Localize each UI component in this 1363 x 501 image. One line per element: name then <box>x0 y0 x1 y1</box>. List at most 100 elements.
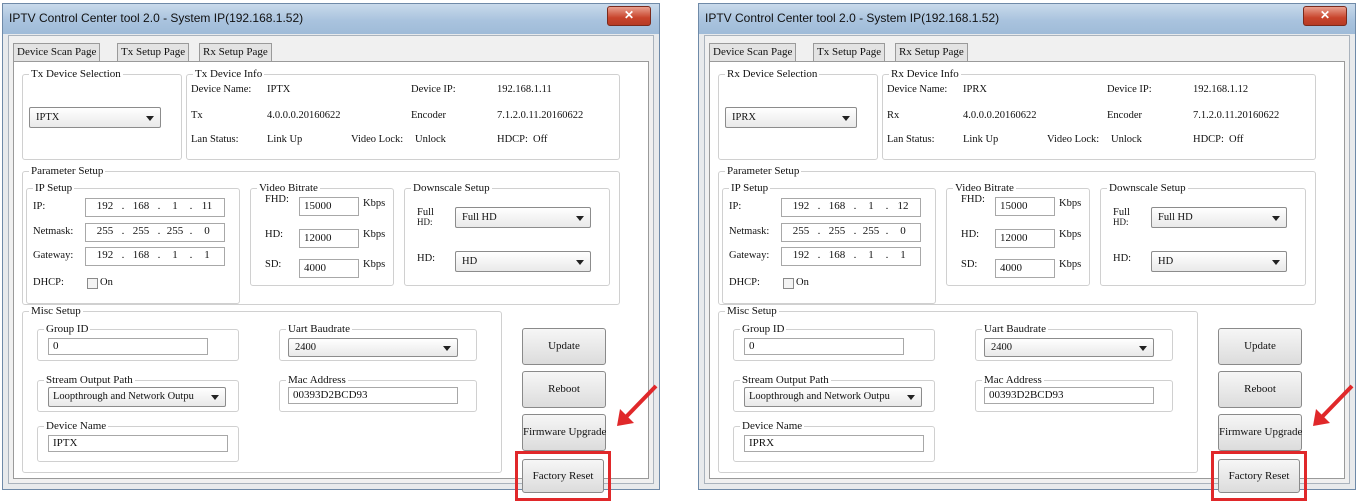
gateway-field[interactable]: 192. 168. 1. 1 <box>85 247 225 266</box>
device-select[interactable]: IPTX <box>29 107 161 128</box>
hd-bitrate-input[interactable]: 12000 <box>299 229 359 248</box>
device-ip-label: Device IP: <box>411 84 456 95</box>
netmask-field[interactable]: 255. 255. 255. 0 <box>85 223 225 242</box>
tab-tx-setup[interactable]: Tx Setup Page <box>813 43 886 62</box>
mac-address-input[interactable]: 00393D2BCD93 <box>288 387 458 404</box>
update-button[interactable]: Update <box>1218 328 1302 365</box>
firmware-upgrade-button[interactable]: Firmware Upgrade <box>522 414 606 451</box>
dhcp-on-label: On <box>796 277 809 288</box>
hd-downscale-select[interactable]: HD <box>1151 251 1287 272</box>
dhcp-label: DHCP: <box>729 277 760 288</box>
sd-label: SD: <box>265 259 282 270</box>
lan-status-label: Lan Status: <box>887 134 935 145</box>
device-name-value: IPRX <box>963 84 987 95</box>
group-id-group: Group ID 0 <box>733 323 935 361</box>
hd-bitrate-input[interactable]: 12000 <box>995 229 1055 248</box>
stream-output-select[interactable]: Loopthrough and Network Outpu <box>48 387 226 407</box>
hd-downscale-select[interactable]: HD <box>455 251 591 272</box>
firmware-upgrade-button[interactable]: Firmware Upgrade <box>1218 414 1302 451</box>
device-name-input[interactable]: IPRX <box>744 435 924 452</box>
ip-label: IP: <box>729 201 742 212</box>
tab-tx-setup[interactable]: Tx Setup Page <box>117 43 190 62</box>
stream-output-legend: Stream Output Path <box>740 374 831 386</box>
factory-reset-highlight <box>515 451 611 501</box>
fhd-label: FHD: <box>265 194 289 205</box>
mac-address-input[interactable]: 00393D2BCD93 <box>984 387 1154 404</box>
encoder-label: Encoder <box>1107 110 1142 121</box>
tab-rx-setup[interactable]: Rx Setup Page <box>199 43 272 62</box>
hd-downscale-label: HD: <box>417 253 436 264</box>
tab-device-scan[interactable]: Device Scan Page <box>13 43 101 62</box>
mac-address-legend: Mac Address <box>286 374 348 386</box>
group-id-input[interactable]: 0 <box>744 338 904 355</box>
dhcp-checkbox[interactable] <box>87 278 98 289</box>
uart-baudrate-select[interactable]: 2400 <box>288 338 458 357</box>
ip-address-field[interactable]: 192. 168. 1. 11 <box>85 198 225 217</box>
sd-unit: Kbps <box>363 259 386 270</box>
device-selection-legend: Tx Device Selection <box>29 68 123 80</box>
netmask-field[interactable]: 255. 255. 255. 0 <box>781 223 921 242</box>
device-selection-legend: Rx Device Selection <box>725 68 820 80</box>
video-bitrate-group: Video Bitrate FHD: 15000 Kbps HD: 12000 … <box>946 182 1090 286</box>
chevron-down-icon <box>211 395 219 400</box>
misc-setup-legend: Misc Setup <box>29 305 83 317</box>
lan-status-value: Link Up <box>267 134 303 145</box>
device-select[interactable]: IPRX <box>725 107 857 128</box>
netmask-label: Netmask: <box>33 226 74 237</box>
uart-baudrate-group: Uart Baudrate 2400 <box>975 323 1173 361</box>
reboot-button[interactable]: Reboot <box>1218 371 1302 408</box>
group-id-input[interactable]: 0 <box>48 338 208 355</box>
device-info-group: Rx Device Info Device Name: IPRX Device … <box>882 68 1316 160</box>
misc-setup-group: Misc Setup Group ID 0 Uart Baudrate 2400… <box>718 305 1198 473</box>
setup-panel: Tx Device Selection IPTX Tx Device Info … <box>13 61 649 501</box>
device-ip-value: 192.168.1.11 <box>497 84 552 95</box>
chevron-down-icon <box>842 116 850 121</box>
device-name-value: IPTX <box>267 84 291 95</box>
device-name-label: Device Name: <box>887 84 948 95</box>
downscale-setup-legend: Downscale Setup <box>1107 182 1188 194</box>
tab-device-scan[interactable]: Device Scan Page <box>709 43 797 62</box>
ip-address-field[interactable]: 192. 168. 1. 12 <box>781 198 921 217</box>
chevron-down-icon <box>576 216 584 221</box>
video-lock-label: Video Lock: <box>1047 134 1100 145</box>
hdcp-label: HDCP: <box>497 134 528 145</box>
gateway-field[interactable]: 192. 168. 1. 1 <box>781 247 921 266</box>
misc-setup-legend: Misc Setup <box>725 305 779 317</box>
app-window: IPTV Control Center tool 2.0 - System IP… <box>698 3 1356 501</box>
downscale-setup-group: Downscale Setup Full HD: Full HD HD: HD <box>404 182 610 286</box>
firmware-version: 4.0.0.0.20160622 <box>267 110 341 121</box>
uart-baudrate-select[interactable]: 2400 <box>984 338 1154 357</box>
close-icon[interactable]: ✕ <box>1303 6 1347 26</box>
reboot-button[interactable]: Reboot <box>522 371 606 408</box>
title-bar[interactable]: IPTV Control Center tool 2.0 - System IP… <box>3 4 659 34</box>
ip-setup-legend: IP Setup <box>729 182 771 194</box>
uart-baudrate-legend: Uart Baudrate <box>982 323 1048 335</box>
fhd-bitrate-input[interactable]: 15000 <box>995 197 1055 216</box>
red-arrow-left <box>617 384 658 426</box>
full-hd-downscale-select[interactable]: Full HD <box>455 207 591 228</box>
group-id-legend: Group ID <box>44 323 91 335</box>
tab-rx-setup[interactable]: Rx Setup Page <box>895 43 968 62</box>
uart-baudrate-group: Uart Baudrate 2400 <box>279 323 477 361</box>
title-bar[interactable]: IPTV Control Center tool 2.0 - System IP… <box>699 4 1355 34</box>
full-hd-downscale-select[interactable]: Full HD <box>1151 207 1287 228</box>
fhd-bitrate-input[interactable]: 15000 <box>299 197 359 216</box>
ip-setup-legend: IP Setup <box>33 182 75 194</box>
close-icon[interactable]: ✕ <box>607 6 651 26</box>
dhcp-label: DHCP: <box>33 277 64 288</box>
device-name-input[interactable]: IPTX <box>48 435 228 452</box>
sd-bitrate-input[interactable]: 4000 <box>995 259 1055 278</box>
gateway-label: Gateway: <box>729 250 770 261</box>
parameter-setup-group: Parameter Setup IP Setup IP: 192. 168. 1… <box>718 165 1316 305</box>
update-button[interactable]: Update <box>522 328 606 365</box>
video-lock-value: Unlock <box>415 134 446 145</box>
app-window: IPTV Control Center tool 2.0 - System IP… <box>2 3 660 501</box>
encoder-label: Encoder <box>411 110 446 121</box>
stream-output-select[interactable]: Loopthrough and Network Outpu <box>744 387 922 407</box>
sd-bitrate-input[interactable]: 4000 <box>299 259 359 278</box>
video-lock-value: Unlock <box>1111 134 1142 145</box>
dhcp-checkbox[interactable] <box>783 278 794 289</box>
hdcp-label: HDCP: <box>1193 134 1224 145</box>
video-bitrate-legend: Video Bitrate <box>257 182 320 194</box>
gateway-label: Gateway: <box>33 250 74 261</box>
